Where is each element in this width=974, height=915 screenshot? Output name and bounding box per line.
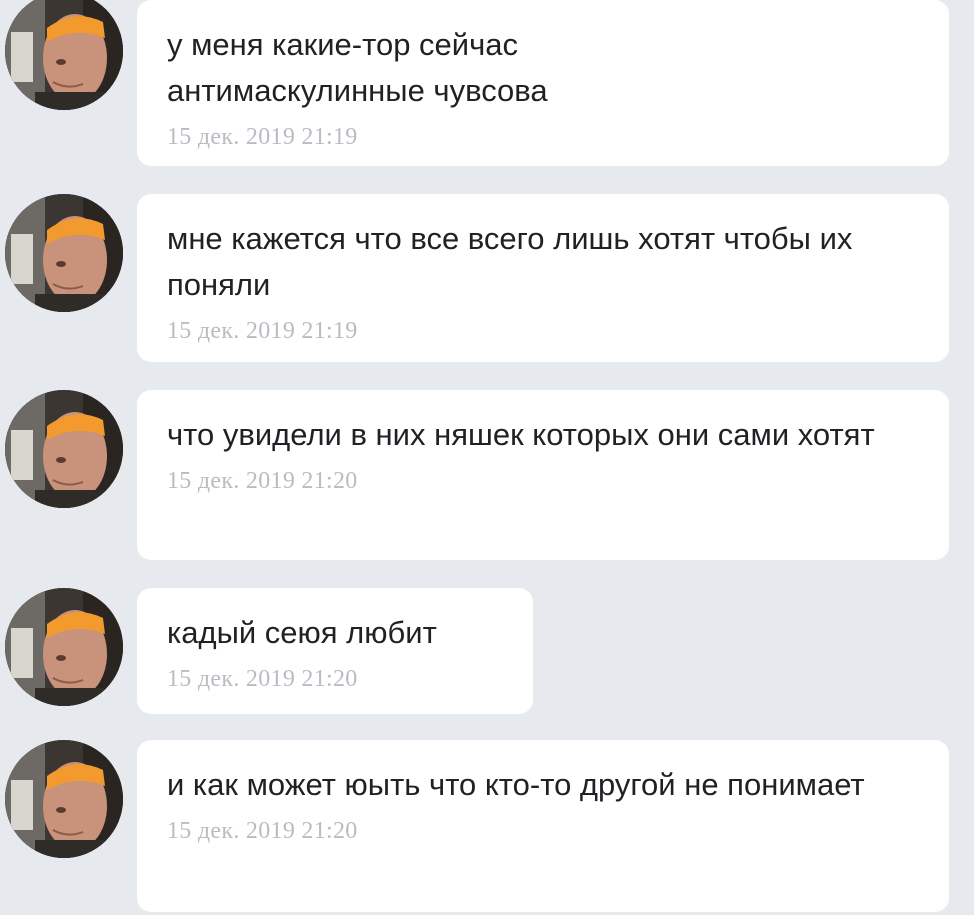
- avatar[interactable]: [5, 194, 123, 312]
- avatar[interactable]: [5, 740, 123, 858]
- message-text: мне кажется что все всего лишь хотят что…: [167, 221, 853, 302]
- message-bubble: у меня какие-тор сейчас антимаскулинные …: [137, 0, 949, 166]
- message-timestamp: 15 дек. 2019 21:20: [167, 666, 358, 692]
- message-text: кадый сеюя любит: [167, 615, 437, 650]
- avatar-photo-icon: [5, 194, 123, 312]
- avatar-photo-icon: [5, 390, 123, 508]
- avatar-photo-icon: [5, 588, 123, 706]
- avatar[interactable]: [5, 390, 123, 508]
- message-bubble: и как может юыть что кто-то другой не по…: [137, 740, 949, 912]
- message-bubble: мне кажется что все всего лишь хотят что…: [137, 194, 949, 362]
- avatar[interactable]: [5, 588, 123, 706]
- avatar-photo-icon: [5, 740, 123, 858]
- message-feed: у меня какие-тор сейчас антимаскулинные …: [0, 0, 974, 915]
- message-timestamp: 15 дек. 2019 21:19: [167, 124, 358, 150]
- message-bubble: что увидели в них няшек которых они сами…: [137, 390, 949, 560]
- message-bubble: кадый сеюя любит 15 дек. 2019 21:20: [137, 588, 533, 714]
- message-text: у меня какие-тор сейчас антимаскулинные …: [167, 27, 548, 108]
- message-timestamp: 15 дек. 2019 21:19: [167, 318, 358, 344]
- message-text: что увидели в них няшек которых они сами…: [167, 417, 875, 452]
- message-timestamp: 15 дек. 2019 21:20: [167, 818, 358, 844]
- avatar-photo-icon: [5, 0, 123, 110]
- message-timestamp: 15 дек. 2019 21:20: [167, 468, 358, 494]
- message-text: и как может юыть что кто-то другой не по…: [167, 767, 865, 802]
- avatar[interactable]: [5, 0, 123, 110]
